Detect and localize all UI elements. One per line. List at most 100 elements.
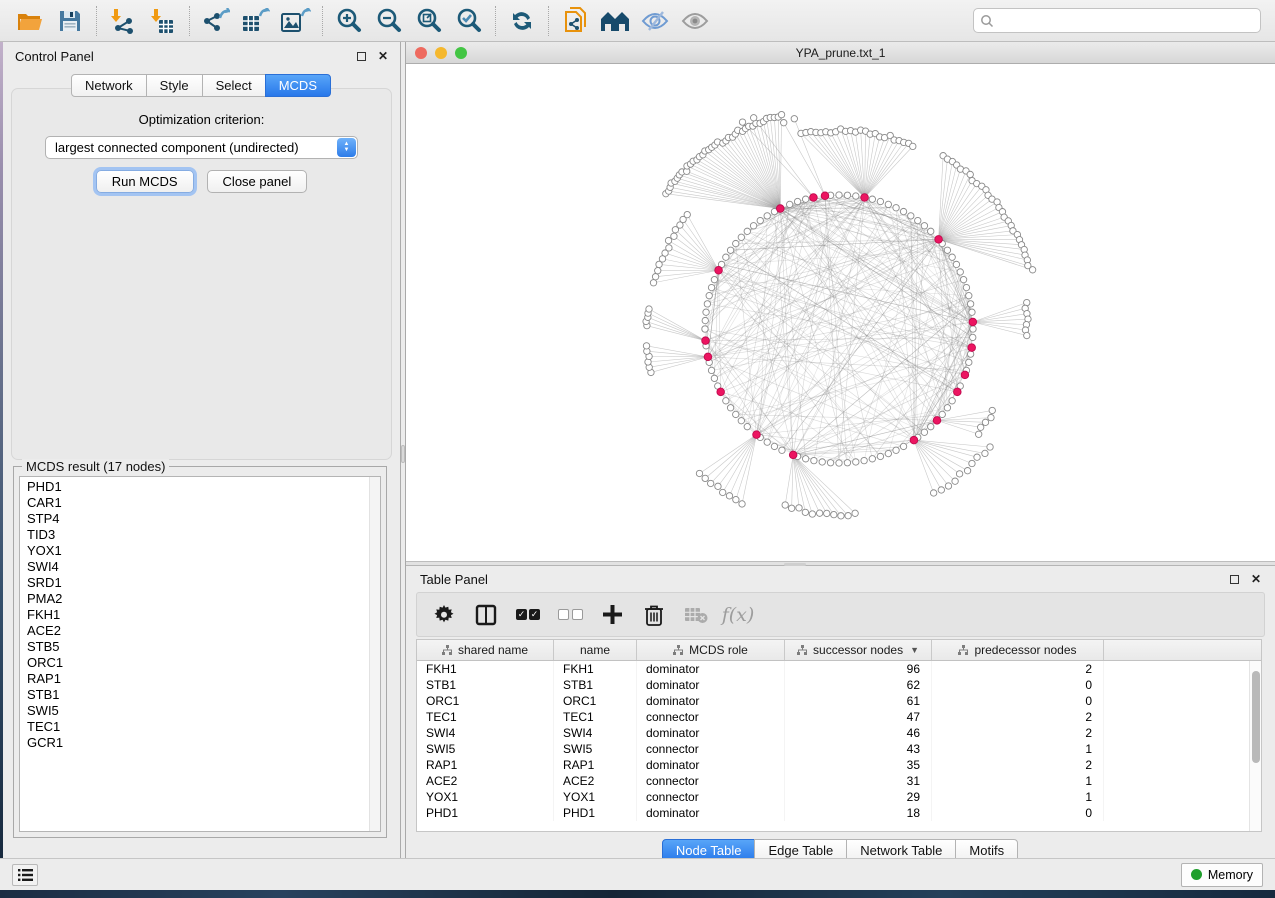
gear-icon[interactable] [423,598,465,632]
mcds-result-item[interactable]: TID3 [27,527,366,543]
show-graphics-details-icon[interactable] [675,5,715,37]
network-overview-icon[interactable] [595,5,635,37]
table-cell-shared-name[interactable]: ACE2 [417,773,554,789]
node-table[interactable]: shared name name MCDS role successor nod… [416,639,1262,832]
table-cell-successor-nodes[interactable]: 43 [785,741,932,757]
table-cell-successor-nodes[interactable]: 61 [785,693,932,709]
zoom-in-icon[interactable] [329,5,369,37]
open-folder-icon[interactable] [10,5,50,37]
column-header-mcds-role[interactable]: MCDS role [637,640,785,660]
table-cell-mcds-role[interactable]: dominator [637,725,785,741]
column-layout-icon[interactable] [465,598,507,632]
zoom-selected-icon[interactable] [449,5,489,37]
table-cell-mcds-role[interactable]: connector [637,709,785,725]
network-canvas[interactable] [406,64,1275,561]
table-cell-successor-nodes[interactable]: 62 [785,677,932,693]
float-table-panel-icon[interactable] [1230,575,1239,584]
import-table-icon[interactable] [143,5,183,37]
mcds-result-item[interactable]: SWI4 [27,559,366,575]
mcds-result-item[interactable]: STB1 [27,687,366,703]
deselect-all-checkboxes-icon[interactable] [549,598,591,632]
run-mcds-button[interactable]: Run MCDS [96,170,194,193]
mcds-result-item[interactable]: TEC1 [27,719,366,735]
search-field[interactable] [973,8,1261,33]
table-cell-shared-name[interactable]: STB1 [417,677,554,693]
table-cell-successor-nodes[interactable]: 96 [785,661,932,677]
table-cell-mcds-role[interactable]: dominator [637,757,785,773]
table-cell-shared-name[interactable]: TEC1 [417,709,554,725]
table-cell-name[interactable]: ACE2 [554,773,637,789]
mcds-result-item[interactable]: ORC1 [27,655,366,671]
task-history-button[interactable] [12,864,38,886]
table-cell-name[interactable]: PHD1 [554,805,637,821]
export-table-icon[interactable] [236,5,276,37]
table-row[interactable]: STB1STB1dominator620 [417,677,1261,693]
table-cell-name[interactable]: STB1 [554,677,637,693]
mcds-result-item[interactable]: SWI5 [27,703,366,719]
table-row[interactable]: ORC1ORC1dominator610 [417,693,1261,709]
mcds-result-item[interactable]: ACE2 [27,623,366,639]
table-row[interactable]: ACE2ACE2connector311 [417,773,1261,789]
mcds-result-item[interactable]: STB5 [27,639,366,655]
mcds-result-item[interactable]: PHD1 [27,479,366,495]
zoom-out-icon[interactable] [369,5,409,37]
table-cell-mcds-role[interactable]: dominator [637,677,785,693]
table-row[interactable]: PHD1PHD1dominator180 [417,805,1261,821]
save-session-icon[interactable] [50,5,90,37]
close-panel-icon[interactable]: ✕ [378,50,388,62]
table-row[interactable]: RAP1RAP1dominator352 [417,757,1261,773]
table-cell-mcds-role[interactable]: connector [637,773,785,789]
mcds-result-item[interactable]: SRD1 [27,575,366,591]
table-scrollbar[interactable] [1249,661,1261,831]
mcds-result-item[interactable]: PMA2 [27,591,366,607]
table-cell-predecessor-nodes[interactable]: 1 [932,789,1104,805]
optimization-criterion-select[interactable]: largest connected component (undirected)… [45,136,358,159]
table-cell-shared-name[interactable]: PHD1 [417,805,554,821]
table-cell-predecessor-nodes[interactable]: 2 [932,725,1104,741]
table-cell-successor-nodes[interactable]: 46 [785,725,932,741]
export-image-icon[interactable] [276,5,316,37]
table-cell-name[interactable]: TEC1 [554,709,637,725]
column-header-name[interactable]: name [554,640,637,660]
minimize-window-traffic-light[interactable] [435,47,447,59]
table-cell-successor-nodes[interactable]: 47 [785,709,932,725]
mcds-result-listbox[interactable]: PHD1CAR1STP4TID3YOX1SWI4SRD1PMA2FKH1ACE2… [19,476,381,832]
mcds-result-item[interactable]: FKH1 [27,607,366,623]
table-cell-shared-name[interactable]: YOX1 [417,789,554,805]
table-cell-name[interactable]: FKH1 [554,661,637,677]
table-cell-successor-nodes[interactable]: 29 [785,789,932,805]
table-cell-mcds-role[interactable]: dominator [637,805,785,821]
table-cell-predecessor-nodes[interactable]: 1 [932,773,1104,789]
table-cell-shared-name[interactable]: ORC1 [417,693,554,709]
add-column-icon[interactable] [591,598,633,632]
table-cell-predecessor-nodes[interactable]: 2 [932,709,1104,725]
table-cell-name[interactable]: SWI4 [554,725,637,741]
tab-network[interactable]: Network [71,74,147,97]
column-header-successor-nodes[interactable]: successor nodes ▼ [785,640,932,660]
float-panel-icon[interactable] [357,52,366,61]
refresh-network-icon[interactable] [502,5,542,37]
table-cell-name[interactable]: RAP1 [554,757,637,773]
tab-mcds[interactable]: MCDS [265,74,331,97]
mcds-result-item[interactable]: GCR1 [27,735,366,751]
maximize-window-traffic-light[interactable] [455,47,467,59]
table-cell-predecessor-nodes[interactable]: 0 [932,693,1104,709]
tab-style[interactable]: Style [146,74,203,97]
table-cell-name[interactable]: YOX1 [554,789,637,805]
memory-button[interactable]: Memory [1181,863,1263,887]
table-cell-mcds-role[interactable]: connector [637,789,785,805]
column-header-shared-name[interactable]: shared name [417,640,554,660]
table-scrollbar-thumb[interactable] [1252,671,1260,763]
table-cell-shared-name[interactable]: FKH1 [417,661,554,677]
table-cell-mcds-role[interactable]: dominator [637,693,785,709]
tab-select[interactable]: Select [202,74,266,97]
table-cell-successor-nodes[interactable]: 35 [785,757,932,773]
table-cell-predecessor-nodes[interactable]: 2 [932,661,1104,677]
table-cell-successor-nodes[interactable]: 31 [785,773,932,789]
mcds-result-scrollbar[interactable] [369,477,380,831]
mcds-result-item[interactable]: YOX1 [27,543,366,559]
table-cell-predecessor-nodes[interactable]: 1 [932,741,1104,757]
mcds-result-item[interactable]: STP4 [27,511,366,527]
close-table-panel-icon[interactable]: ✕ [1251,573,1261,585]
table-cell-predecessor-nodes[interactable]: 0 [932,677,1104,693]
